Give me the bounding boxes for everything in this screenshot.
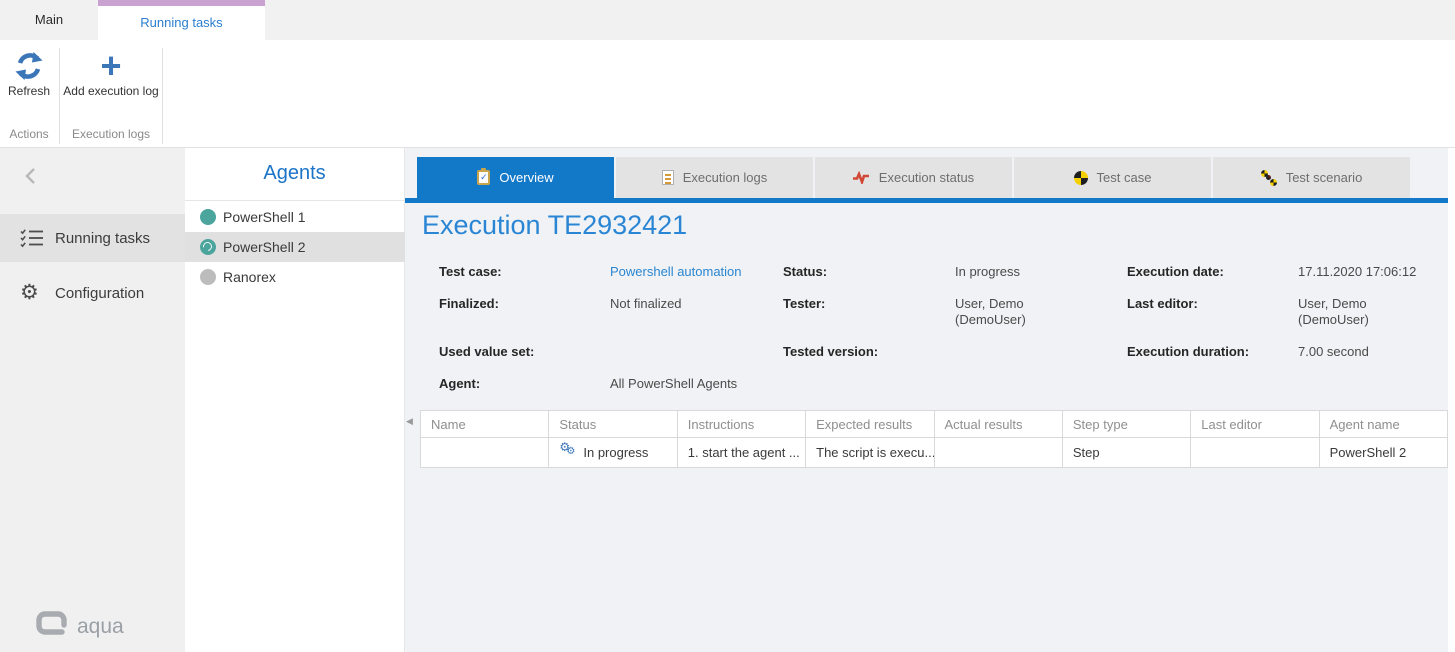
field-label-used-value-set: Used value set: — [439, 344, 610, 359]
tab-running-tasks[interactable]: Running tasks — [98, 0, 265, 40]
agent-status-online-icon — [200, 209, 216, 225]
field-label-status: Status: — [783, 264, 955, 279]
steps-table: Name Status Instructions Expected result… — [420, 410, 1448, 468]
ribbon: Refresh + Add execution log Actions Exec… — [0, 40, 1455, 148]
document-icon — [662, 170, 674, 185]
cell-actual-results — [934, 438, 1062, 468]
gear-icon: ⚙ — [20, 282, 46, 304]
table-row[interactable]: ⚙⚙ In progress 1. start the agent ... Th… — [421, 438, 1448, 468]
app-window: Main Running tasks Refresh + Add executi… — [0, 0, 1455, 652]
tab-test-scenario[interactable]: Test scenario — [1213, 157, 1410, 198]
field-value-tester: User, Demo (DemoUser) — [955, 296, 1067, 328]
agent-name: PowerShell 2 — [223, 239, 306, 255]
ribbon-group-actions: Actions — [0, 127, 58, 143]
refresh-button[interactable]: Refresh — [1, 48, 57, 99]
column-header-actual-results[interactable]: Actual results — [934, 411, 1062, 438]
agent-item-powershell-1[interactable]: PowerShell 1 — [185, 202, 405, 232]
agent-status-running-icon — [200, 239, 216, 255]
column-header-agent-name[interactable]: Agent name — [1319, 411, 1447, 438]
aqua-logo: aqua — [36, 611, 124, 642]
tab-accent-line — [405, 198, 1448, 203]
field-value-status: In progress — [955, 264, 1127, 280]
field-value-agent: All PowerShell Agents — [610, 376, 783, 392]
field-value-test-case-link[interactable]: Powershell automation — [610, 264, 783, 280]
cell-status: ⚙⚙ In progress — [549, 438, 677, 468]
content-tab-strip: ✓ Overview Execution logs Execution stat… — [417, 157, 1412, 198]
test-marker-icon — [1074, 171, 1088, 185]
test-scenario-icon — [1261, 170, 1277, 186]
cell-name — [421, 438, 549, 468]
tab-label: Test scenario — [1286, 170, 1363, 185]
collapse-panel-icon[interactable]: ◀ — [406, 416, 413, 427]
tab-execution-logs[interactable]: Execution logs — [616, 157, 813, 198]
cell-last-editor — [1191, 438, 1319, 468]
agent-status-offline-icon — [200, 269, 216, 285]
agent-item-ranorex[interactable]: Ranorex — [185, 262, 405, 292]
cell-expected-results: The script is execu... — [806, 438, 934, 468]
tab-test-case[interactable]: Test case — [1014, 157, 1211, 198]
column-header-step-type[interactable]: Step type — [1062, 411, 1190, 438]
steps-table-header-row: Name Status Instructions Expected result… — [421, 411, 1448, 438]
aqua-logo-icon — [36, 611, 68, 642]
field-label-agent: Agent: — [439, 376, 610, 391]
agent-name: PowerShell 1 — [223, 209, 306, 225]
agents-panel: Agents PowerShell 1 PowerShell 2 Ranorex — [185, 148, 405, 652]
sidebar-item-running-tasks[interactable]: Running tasks — [0, 214, 185, 262]
column-header-expected-results[interactable]: Expected results — [806, 411, 934, 438]
back-chevron-icon[interactable] — [20, 164, 44, 188]
tab-execution-status[interactable]: Execution status — [815, 157, 1012, 198]
field-value-finalized: Not finalized — [610, 296, 783, 312]
ribbon-group-execution-logs: Execution logs — [60, 127, 162, 143]
cell-agent-name: PowerShell 2 — [1319, 438, 1447, 468]
column-header-instructions[interactable]: Instructions — [677, 411, 805, 438]
field-label-execution-date: Execution date: — [1127, 264, 1298, 279]
sidebar-item-configuration[interactable]: ⚙ Configuration — [0, 269, 185, 317]
add-execution-log-label: Add execution log — [62, 84, 160, 99]
divider — [185, 200, 405, 201]
refresh-icon — [1, 48, 57, 84]
tab-label: Test case — [1097, 170, 1152, 185]
field-value-execution-duration: 7.00 second — [1298, 344, 1448, 360]
column-header-last-editor[interactable]: Last editor — [1191, 411, 1319, 438]
add-execution-log-button[interactable]: + Add execution log — [62, 48, 160, 99]
refresh-label: Refresh — [1, 84, 57, 99]
clipboard-icon: ✓ — [477, 170, 490, 185]
main-content: ✓ Overview Execution logs Execution stat… — [405, 148, 1448, 652]
field-label-tester: Tester: — [783, 296, 955, 311]
field-label-tested-version: Tested version: — [783, 344, 955, 359]
nav-sidebar: Running tasks ⚙ Configuration aqua — [0, 148, 185, 652]
column-header-name[interactable]: Name — [421, 411, 549, 438]
field-label-test-case: Test case: — [439, 264, 610, 279]
sidebar-item-label: Running tasks — [55, 230, 150, 247]
field-label-finalized: Finalized: — [439, 296, 610, 311]
field-label-last-editor: Last editor: — [1127, 296, 1298, 311]
pulse-icon — [853, 171, 870, 184]
tab-overview[interactable]: ✓ Overview — [417, 157, 614, 198]
plus-icon: + — [62, 48, 160, 84]
gears-in-progress-icon: ⚙⚙ — [559, 444, 577, 462]
field-value-last-editor: User, Demo (DemoUser) — [1298, 296, 1410, 328]
tab-label: Execution status — [879, 170, 974, 185]
agents-panel-title: Agents — [185, 148, 404, 200]
agent-item-powershell-2[interactable]: PowerShell 2 — [185, 232, 405, 262]
tab-label: Overview — [499, 170, 553, 185]
tab-label: Execution logs — [683, 170, 768, 185]
window-tab-strip: Main Running tasks — [0, 0, 1455, 40]
field-label-execution-duration: Execution duration: — [1127, 344, 1298, 359]
cell-instructions: 1. start the agent ... — [677, 438, 805, 468]
status-text: In progress — [583, 445, 648, 460]
cell-step-type: Step — [1062, 438, 1190, 468]
ribbon-separator — [162, 48, 163, 144]
tab-main[interactable]: Main — [0, 0, 98, 40]
agent-name: Ranorex — [223, 269, 276, 285]
execution-details: Test case: Powershell automation Status:… — [439, 264, 1448, 408]
aqua-logo-text: aqua — [77, 615, 124, 639]
checklist-icon — [20, 228, 46, 248]
column-header-status[interactable]: Status — [549, 411, 677, 438]
field-value-execution-date: 17.11.2020 17:06:12 — [1298, 264, 1448, 280]
page-title: Execution TE2932421 — [422, 210, 687, 241]
sidebar-item-label: Configuration — [55, 285, 144, 302]
